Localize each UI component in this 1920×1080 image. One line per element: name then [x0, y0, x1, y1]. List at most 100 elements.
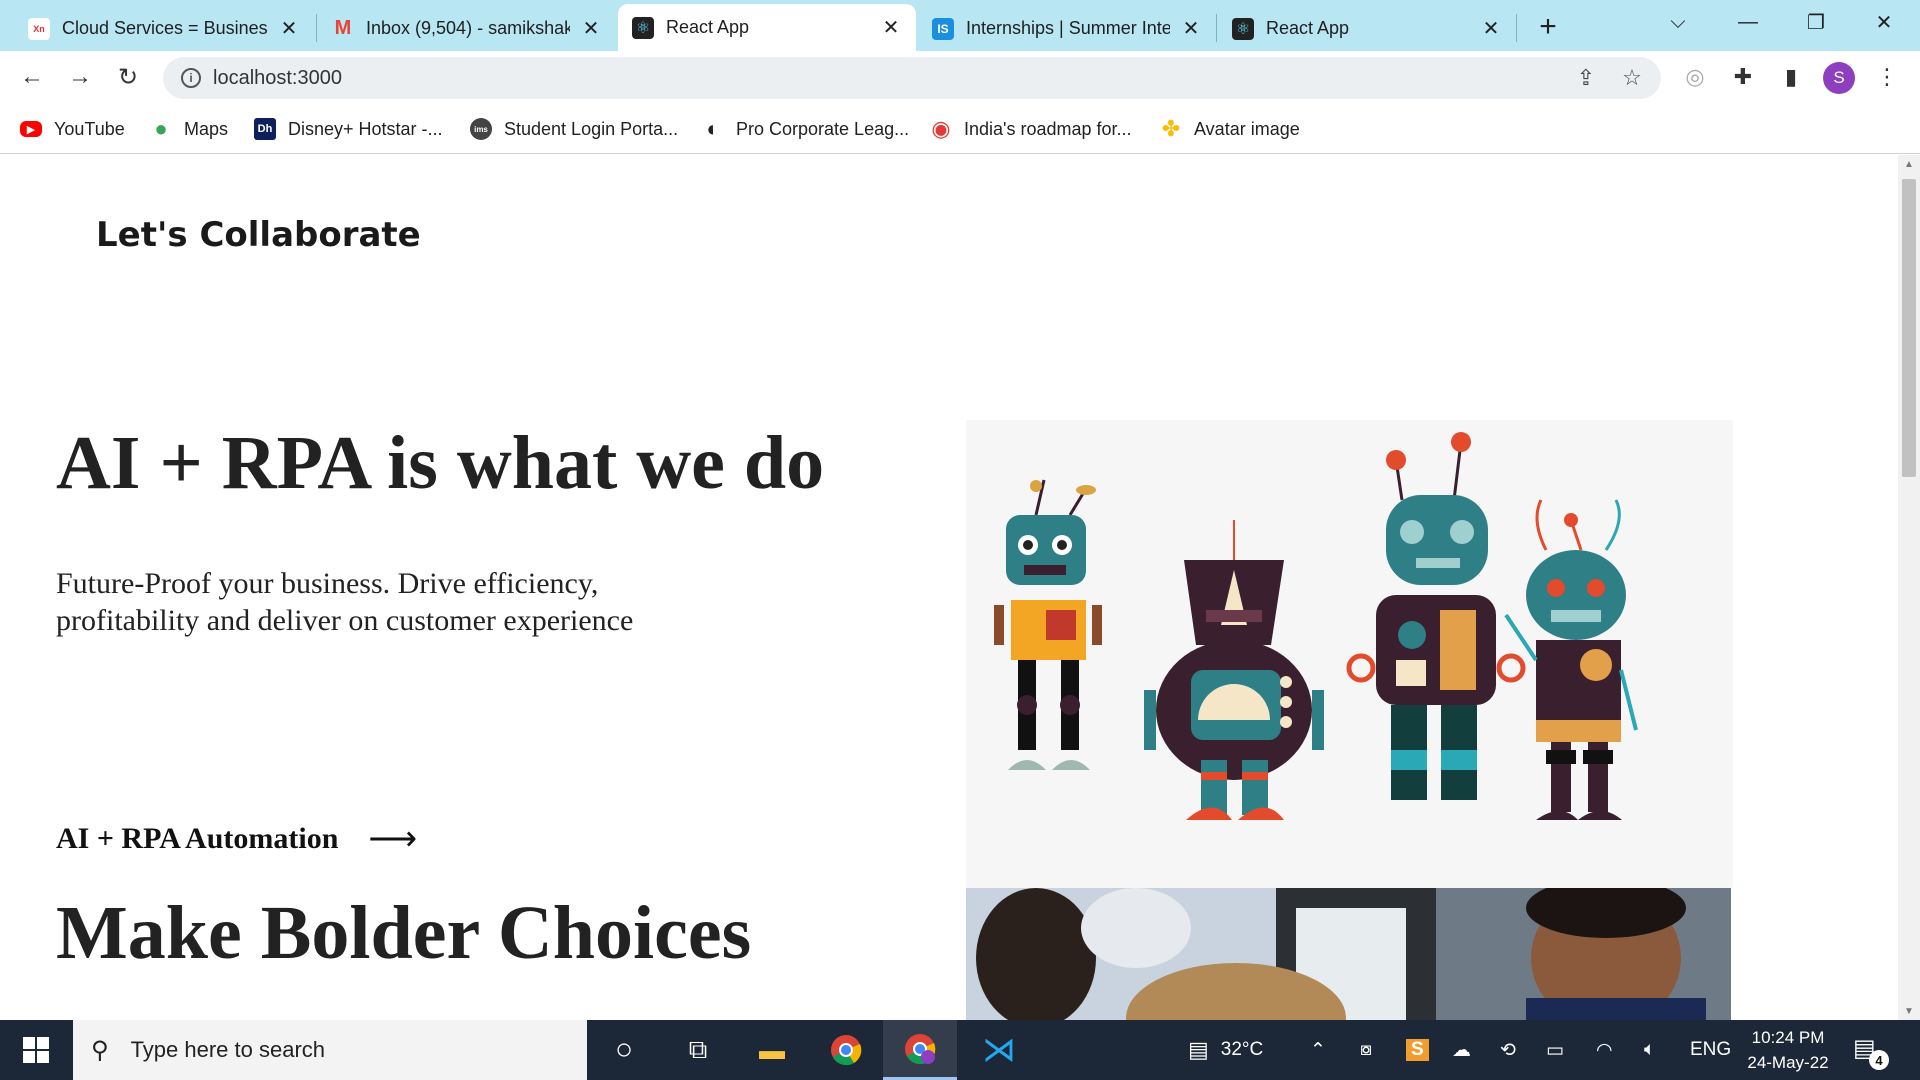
- close-tab-icon[interactable]: ✕: [1180, 18, 1202, 40]
- clock-time: 10:24 PM: [1751, 1028, 1825, 1047]
- reload-icon[interactable]: ↻: [110, 59, 146, 95]
- tab-separator: [1516, 14, 1517, 42]
- chrome-profile-icon[interactable]: [883, 1020, 957, 1080]
- close-tab-icon[interactable]: ✕: [580, 18, 602, 40]
- section-title: Make Bolder Choices: [56, 891, 752, 975]
- start-button[interactable]: [0, 1020, 72, 1080]
- bookmark-label: Student Login Porta...: [504, 118, 679, 139]
- robot-3-icon: [1346, 432, 1526, 800]
- search-icon: ⚲: [91, 1036, 109, 1064]
- minimize-icon[interactable]: —: [1714, 0, 1782, 44]
- youtube-icon: ▶: [20, 121, 42, 137]
- tab-search-icon[interactable]: ⌵: [1644, 0, 1712, 44]
- volume-icon[interactable]: 🔈︎: [1644, 1020, 1655, 1080]
- url-text[interactable]: localhost:3000: [213, 67, 342, 90]
- sync-icon[interactable]: ⟲: [1500, 1020, 1516, 1080]
- tab-title: Internships | Summer Inte: [966, 18, 1170, 38]
- bookmark-pro-corporate[interactable]: ◐ Pro Corporate Leag...: [702, 114, 909, 144]
- bookmark-label: Disney+ Hotstar -...: [288, 118, 443, 139]
- side-panel-icon[interactable]: ▮: [1775, 61, 1807, 93]
- onedrive-icon[interactable]: ☁: [1452, 1020, 1471, 1080]
- scrollbar-thumb[interactable]: [1902, 179, 1916, 477]
- weather-widget[interactable]: ▤ 32°C: [1188, 1020, 1263, 1080]
- news-icon: ▤: [1188, 1037, 1209, 1062]
- portal-icon: ims: [470, 118, 492, 140]
- pinwheel-icon: ✤: [1161, 116, 1181, 141]
- roadmap-icon: ◉: [931, 116, 951, 141]
- service-link-ai-rpa[interactable]: AI + RPA Automation ⟶: [56, 819, 417, 859]
- react-icon: ⚛: [1232, 17, 1254, 40]
- file-explorer-icon[interactable]: ▬: [735, 1020, 809, 1080]
- windows-taskbar: ⚲ Type here to search ○ ⧉ ▬ ⋊ ▤ 32°C ⌃ ⧇…: [0, 1020, 1920, 1080]
- bookmark-maps[interactable]: ● Maps: [150, 114, 228, 144]
- robot-2-icon: [1144, 520, 1324, 820]
- input-language[interactable]: ENG: [1690, 1020, 1731, 1080]
- forward-arrow-icon[interactable]: →: [62, 59, 98, 95]
- chrome-icon[interactable]: [809, 1020, 883, 1080]
- close-window-icon[interactable]: ✕: [1850, 0, 1918, 44]
- globe-icon: ◐: [706, 116, 720, 141]
- robots-illustration: [966, 420, 1733, 888]
- search-placeholder: Type here to search: [130, 1037, 326, 1062]
- maps-icon: ●: [154, 116, 168, 141]
- vscode-icon[interactable]: ⋊: [962, 1020, 1036, 1080]
- tab-gmail-inbox[interactable]: M Inbox (9,504) - samikshak ✕: [318, 6, 616, 51]
- taskbar-search-box[interactable]: ⚲ Type here to search: [73, 1020, 587, 1080]
- new-tab-button[interactable]: +: [1530, 10, 1566, 44]
- hotstar-icon: Dh: [254, 118, 276, 140]
- restore-icon[interactable]: ❐: [1782, 0, 1850, 44]
- system-clock[interactable]: 10:24 PM 24-May-22: [1738, 1025, 1838, 1075]
- tab-react-app[interactable]: ⚛ React App ✕: [1218, 6, 1516, 51]
- site-brand[interactable]: Let's Collaborate: [96, 215, 421, 255]
- extensions-puzzle-icon[interactable]: ✚: [1727, 61, 1759, 93]
- close-tab-icon[interactable]: ✕: [880, 17, 902, 39]
- bookmark-youtube[interactable]: ▶ YouTube: [20, 114, 125, 144]
- notification-count-badge: 4: [1869, 1050, 1889, 1070]
- cortana-icon[interactable]: ○: [587, 1020, 661, 1080]
- hero-title: AI + RPA is what we do: [56, 421, 825, 505]
- bookmark-student-portal[interactable]: ims Student Login Porta...: [470, 114, 678, 144]
- bookmark-hotstar[interactable]: Dh Disney+ Hotstar -...: [254, 114, 443, 144]
- windows-logo-icon: [23, 1037, 49, 1063]
- bookmark-label: YouTube: [54, 118, 125, 139]
- tab-react-app-active[interactable]: ⚛ React App ✕: [618, 4, 916, 51]
- service-link-label: AI + RPA Automation: [56, 822, 339, 855]
- chrome-logo-icon: [831, 1035, 862, 1066]
- tab-title: Inbox (9,504) - samikshak: [366, 18, 570, 38]
- sublime-icon[interactable]: S: [1406, 1020, 1429, 1080]
- arrow-right-icon: ⟶: [368, 821, 418, 858]
- team-photo-icon: [966, 888, 1731, 1020]
- bookmark-avatar-image[interactable]: ✤ Avatar image: [1160, 114, 1300, 144]
- bookmark-india-roadmap[interactable]: ◉ India's roadmap for...: [930, 114, 1132, 144]
- task-view-icon[interactable]: ⧉: [661, 1020, 735, 1080]
- site-info-icon[interactable]: i: [181, 68, 201, 88]
- action-center-icon[interactable]: ▤ 4: [1853, 1034, 1889, 1070]
- robot-4-icon: [1504, 499, 1638, 820]
- tab-title: React App: [1266, 18, 1350, 38]
- tab-cloud-services[interactable]: Xn Cloud Services = Business ✕: [14, 6, 314, 51]
- bookmark-label: India's roadmap for...: [964, 118, 1132, 139]
- tab-title: Cloud Services = Business: [62, 18, 268, 38]
- share-icon[interactable]: ⇪: [1573, 65, 1599, 91]
- tab-separator: [1216, 14, 1217, 42]
- tab-internshala[interactable]: IS Internships | Summer Inte ✕: [918, 6, 1216, 51]
- close-tab-icon[interactable]: ✕: [1480, 18, 1502, 40]
- internshala-icon: IS: [932, 17, 954, 40]
- page-viewport: Let's Collaborate AI + RPA is what we do…: [0, 155, 1898, 1020]
- tab-title: React App: [666, 17, 750, 37]
- wifi-icon[interactable]: ◠: [1596, 1020, 1613, 1080]
- meet-now-icon[interactable]: ⧇: [1360, 1020, 1372, 1080]
- scroll-up-arrow-icon[interactable]: ▲: [1898, 155, 1920, 173]
- battery-icon[interactable]: ▭: [1546, 1020, 1564, 1080]
- bookmark-star-icon[interactable]: ☆: [1619, 65, 1645, 91]
- address-bar[interactable]: i localhost:3000 ⇪ ☆: [163, 57, 1661, 99]
- extension-status-icon[interactable]: ◎: [1679, 61, 1711, 93]
- vertical-scrollbar[interactable]: ▲ ▼: [1898, 155, 1920, 1020]
- menu-kebab-icon[interactable]: ⋮: [1871, 61, 1903, 93]
- scroll-down-arrow-icon[interactable]: ▼: [1898, 1002, 1920, 1020]
- back-arrow-icon[interactable]: ←: [14, 59, 50, 95]
- profile-avatar[interactable]: S: [1823, 62, 1855, 94]
- close-tab-icon[interactable]: ✕: [278, 18, 300, 40]
- bookmark-label: Pro Corporate Leag...: [736, 118, 910, 139]
- show-hidden-icons-icon[interactable]: ⌃: [1310, 1020, 1326, 1080]
